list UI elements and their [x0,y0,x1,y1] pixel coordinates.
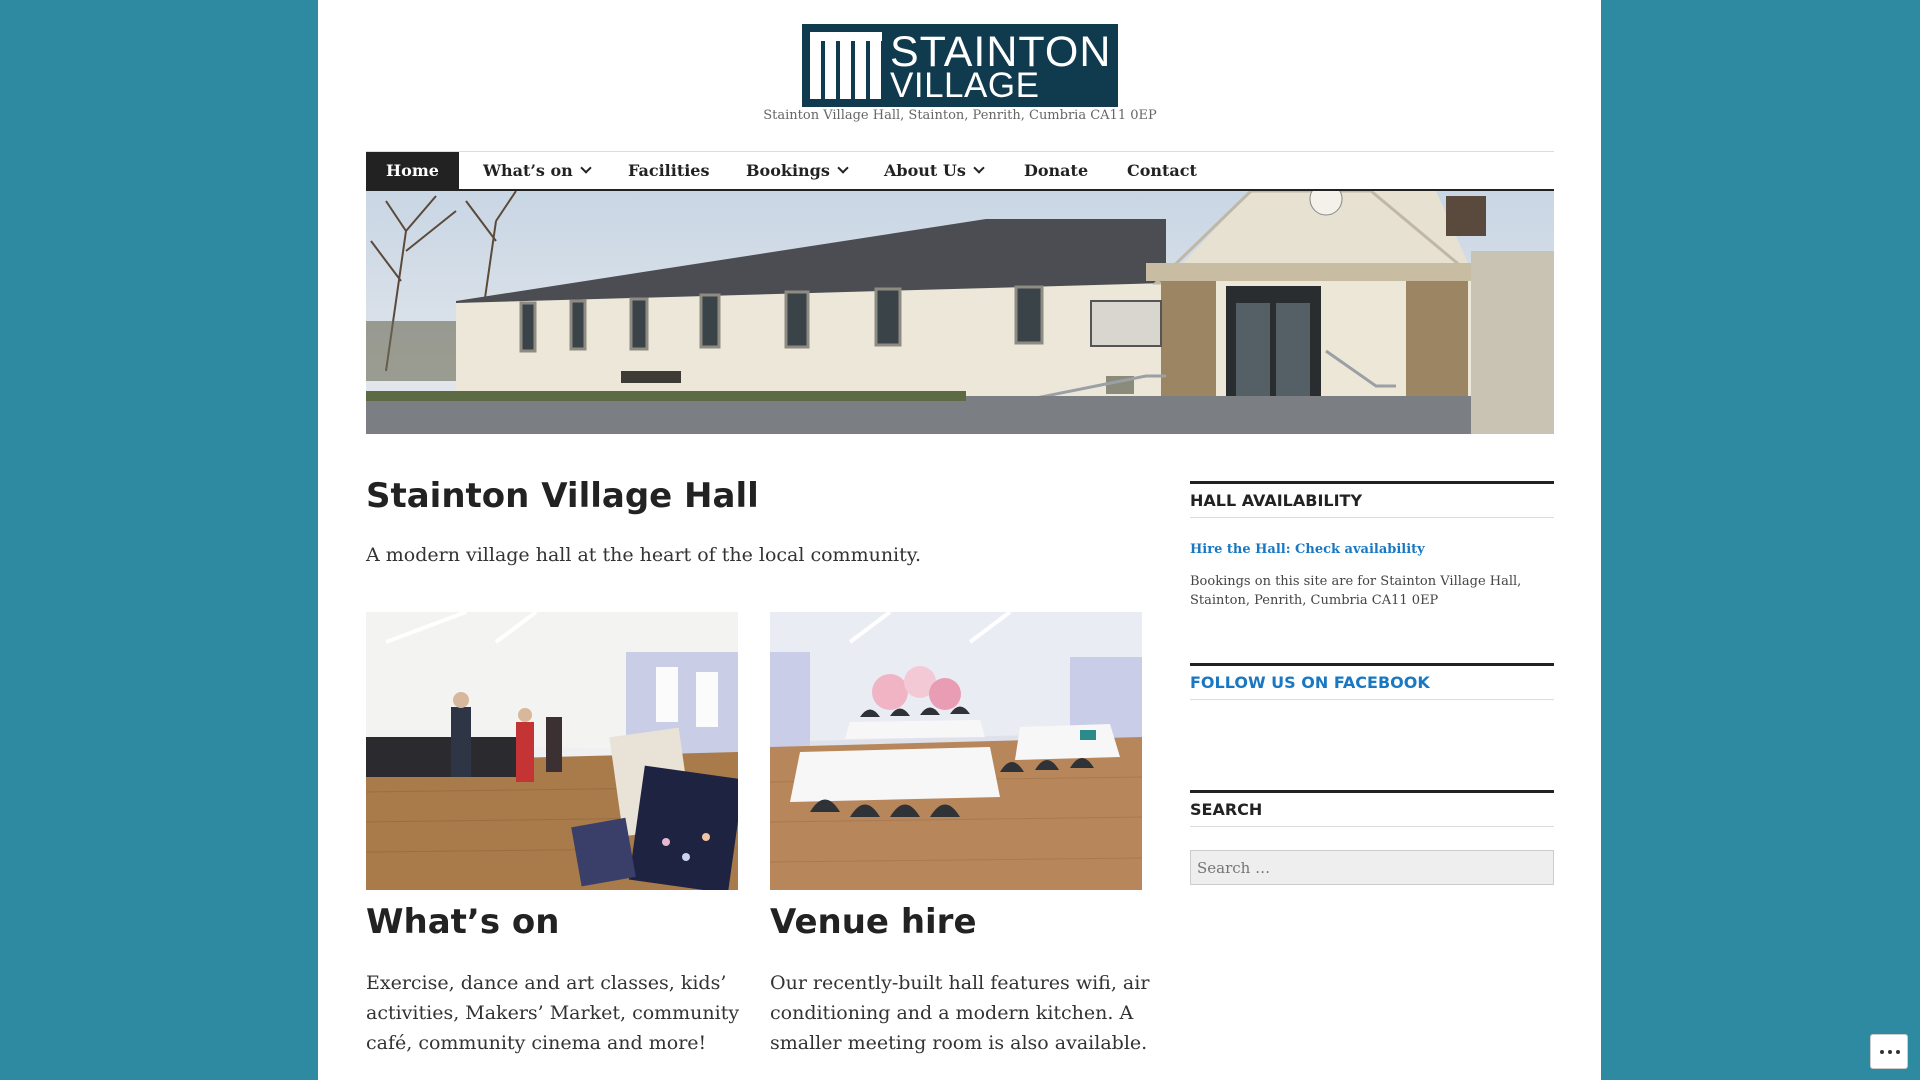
check-availability-link[interactable]: Hire the Hall: Check availability [1190,542,1425,557]
page-title: Stainton Village Hall [366,476,759,516]
page: STAINTON VILLAGE HALL Stainton Village H… [318,0,1601,1080]
nav-whats-on-label: What’s on [483,161,573,180]
chevron-down-icon [973,162,985,174]
nav-bookings[interactable]: Bookings [746,152,849,189]
facebook-widget-link[interactable]: FOLLOW US ON FACEBOOK [1190,663,1554,700]
card-title[interactable]: Venue hire [770,902,977,942]
widget-title-search: SEARCH [1190,790,1554,827]
card-title[interactable]: What’s on [366,902,559,942]
nav-donate-label: Donate [1024,161,1089,180]
card-text: Exercise, dance and art classes, kids’ a… [366,972,740,1054]
nav-about-us[interactable]: About Us [884,152,985,189]
hall-tables-photo [770,612,1142,890]
sidebar: HALL AVAILABILITY Hire the Hall: Check a… [1190,0,1554,1080]
nav-home-label: Home [386,161,439,180]
nav-home[interactable]: Home [366,152,459,189]
nav-donate[interactable]: Donate [1024,152,1088,189]
card-image[interactable] [770,612,1142,890]
card-image[interactable] [366,612,738,890]
art-fair-photo [366,612,738,890]
nav-bookings-label: Bookings [746,161,830,180]
chevron-down-icon [837,162,849,174]
nav-facilities-label: Facilities [628,161,710,180]
chevron-down-icon [580,162,592,174]
widget-title-availability: HALL AVAILABILITY [1190,481,1554,518]
nav-about-us-label: About Us [884,161,966,180]
nav-facilities[interactable]: Facilities [628,152,709,189]
card-text: Our recently-built hall features wifi, a… [770,972,1150,1054]
nav-contact-label: Contact [1127,161,1197,180]
more-options-button[interactable] [1870,1034,1908,1069]
availability-text: Bookings on this site are for Stainton V… [1190,574,1522,608]
nav-contact[interactable]: Contact [1127,152,1197,189]
page-intro: A modern village hall at the heart of th… [366,544,922,566]
search-input[interactable] [1190,850,1554,885]
nav-whats-on[interactable]: What’s on [483,152,592,189]
